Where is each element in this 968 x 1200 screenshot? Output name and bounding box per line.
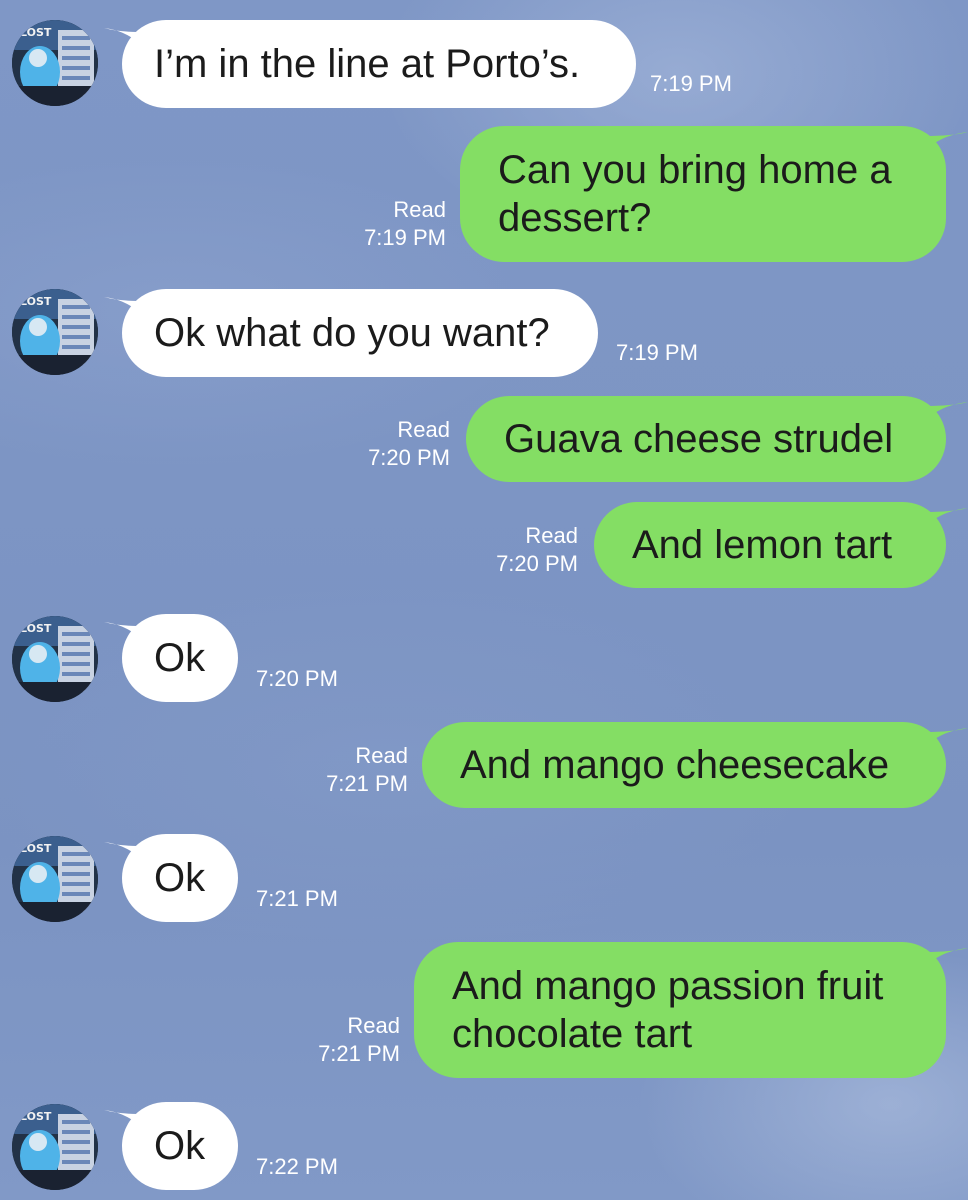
incoming-bubble[interactable]: Ok	[104, 1102, 238, 1190]
contact-avatar-icon: LOST	[12, 1104, 98, 1190]
avatar-badge-text: LOST	[20, 1110, 52, 1123]
chat-thread: LOST I’m in the line at Porto’s. 7:19 PM…	[0, 0, 968, 1200]
message-time: 7:22 PM	[256, 1154, 338, 1179]
message-text: Ok	[154, 1124, 206, 1168]
incoming-message: LOST Ok 7:22 PM	[0, 0, 968, 1200]
contact-avatar[interactable]: LOST	[12, 1104, 98, 1190]
bubble-tail-icon	[104, 1110, 148, 1134]
